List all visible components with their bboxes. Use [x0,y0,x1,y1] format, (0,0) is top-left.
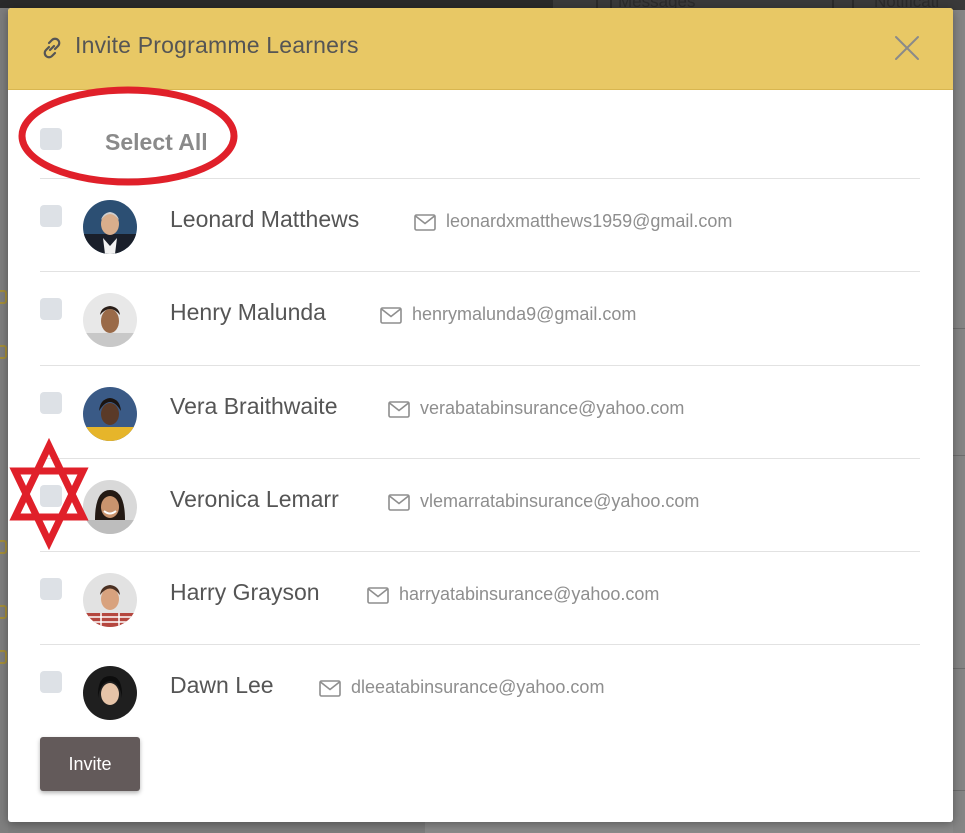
avatar [83,573,137,627]
learner-checkbox[interactable] [40,392,62,414]
select-all-label: Select All [105,129,208,155]
learner-row: Henry Malunda henrymalunda9@gmail.com [40,279,920,371]
learner-row: Vera Braithwaite verabatabinsurance@yaho… [40,373,920,465]
learner-email: harryatabinsurance@yahoo.com [399,584,660,604]
background-left-sidebar [0,90,8,833]
background-sidebar-icon [0,540,7,554]
modal-header: Invite Programme Learners [8,8,953,90]
link-icon [43,37,61,59]
learner-email: dleeatabinsurance@yahoo.com [351,677,605,697]
learner-name: Henry Malunda [170,299,326,325]
learner-checkbox[interactable] [40,671,62,693]
learner-name: Harry Grayson [170,579,320,605]
learner-name: Dawn Lee [170,672,274,698]
envelope-icon [414,214,436,231]
close-icon[interactable] [891,32,923,64]
learner-checkbox[interactable] [40,205,62,227]
background-divider [953,668,965,669]
invite-learners-modal: Invite Programme Learners Select All Leo… [8,8,953,822]
learner-row: Dawn Lee dleeatabinsurance@yahoo.com [40,652,920,744]
envelope-icon [388,401,410,418]
background-sidebar-icon [0,605,7,619]
modal-title: Invite Programme Learners [75,32,359,58]
envelope-icon [388,494,410,511]
divider [40,271,920,272]
avatar [83,293,137,347]
avatar [83,200,137,254]
background-sidebar-icon [0,290,7,304]
select-all-checkbox[interactable] [40,128,62,150]
envelope-icon [380,307,402,324]
envelope-icon [367,587,389,604]
learner-email: leonardxmatthews1959@gmail.com [446,211,733,231]
learner-email: vlemarratabinsurance@yahoo.com [420,491,700,511]
invite-button[interactable]: Invite [40,737,140,791]
background-right-panel [953,10,965,833]
learner-checkbox[interactable] [40,298,62,320]
divider [40,644,920,645]
background-bottom-strip [425,822,953,833]
background-sidebar-icon [0,345,7,359]
avatar [83,387,137,441]
divider [40,458,920,459]
learner-name: Leonard Matthews [170,206,360,232]
divider [40,178,920,179]
avatar [83,480,137,534]
avatar [83,666,137,720]
background-divider [953,790,965,791]
learner-email: henrymalunda9@gmail.com [412,304,637,324]
learner-row: Leonard Matthews leonardxmatthews1959@gm… [40,186,920,278]
learner-row: Harry Grayson harryatabinsurance@yahoo.c… [40,559,920,651]
background-sidebar-icon [0,650,7,664]
learner-checkbox[interactable] [40,485,62,507]
learner-row: Veronica Lemarr vlemarratabinsurance@yah… [40,466,920,558]
divider [40,551,920,552]
background-divider [953,455,965,456]
learner-checkbox[interactable] [40,578,62,600]
background-divider [953,328,965,329]
envelope-icon [319,680,341,697]
divider [40,365,920,366]
learner-name: Veronica Lemarr [170,486,339,512]
learner-name: Vera Braithwaite [170,393,338,419]
learner-email: verabatabinsurance@yahoo.com [420,398,685,418]
